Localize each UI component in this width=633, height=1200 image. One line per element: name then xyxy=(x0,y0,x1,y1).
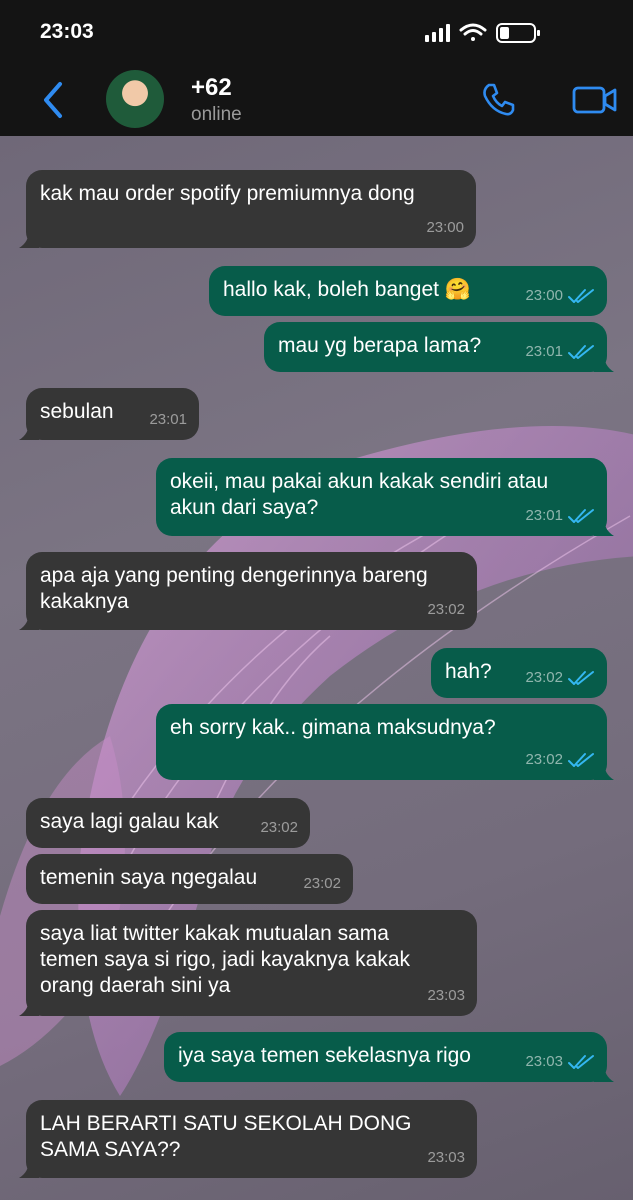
contact-avatar[interactable] xyxy=(106,70,164,128)
message-time: 23:00 xyxy=(426,219,464,236)
incoming-message[interactable]: LAH BERARTI SATU SEKOLAH DONG SAMA SAYA?… xyxy=(19,1100,477,1178)
bubble-tail xyxy=(594,518,614,536)
message-text: apa aja yang penting dengerinnya bareng … xyxy=(40,564,428,613)
bubble-tail xyxy=(19,998,39,1016)
message-meta: 23:02 xyxy=(260,815,298,841)
bubble-tail xyxy=(594,354,614,372)
message-meta: 23:01 xyxy=(525,503,595,529)
status-bar: 23:03 xyxy=(0,0,633,64)
incoming-message[interactable]: temenin saya ngegalau 23:02 xyxy=(26,854,353,904)
outgoing-message[interactable]: iya saya temen sekelasnya rigo 23:03 xyxy=(164,1032,614,1082)
message-text: saya liat twitter kakak mutualan sama te… xyxy=(40,922,411,997)
incoming-message[interactable]: kak mau order spotify premiumnya dong 23:… xyxy=(19,170,476,248)
bubble-tail xyxy=(19,1160,39,1178)
message-time: 23:01 xyxy=(525,343,563,360)
status-time: 23:03 xyxy=(40,20,94,43)
status-icons xyxy=(425,23,540,43)
message-meta: 23:01 xyxy=(525,339,595,365)
chat-area: kak mau order spotify premiumnya dong 23:… xyxy=(0,136,633,1200)
read-receipt-icon xyxy=(568,671,594,685)
bubble-tail xyxy=(19,612,39,630)
outgoing-message[interactable]: hah? 23:02 xyxy=(431,648,607,698)
message-meta: 23:03 xyxy=(427,983,465,1009)
message-time: 23:00 xyxy=(525,287,563,304)
bubble-tail xyxy=(594,1064,614,1082)
signal-icon xyxy=(425,24,450,42)
message-meta: 23:03 xyxy=(525,1049,595,1075)
read-receipt-icon xyxy=(568,289,594,303)
incoming-message[interactable]: apa aja yang penting dengerinnya bareng … xyxy=(19,552,477,630)
message-meta: 23:02 xyxy=(525,747,595,773)
message-meta: 23:02 xyxy=(525,665,595,691)
message-meta: 23:03 xyxy=(427,1145,465,1171)
video-call-icon[interactable] xyxy=(572,84,618,116)
incoming-message[interactable]: saya lagi galau kak 23:02 xyxy=(26,798,310,848)
outgoing-message[interactable]: okeii, mau pakai akun kakak sendiri atau… xyxy=(156,458,614,536)
outgoing-message[interactable]: hallo kak, boleh banget 🤗 23:00 xyxy=(209,266,607,316)
message-time: 23:02 xyxy=(303,875,341,892)
message-meta: 23:00 xyxy=(426,215,464,241)
message-text: kak mau order spotify premiumnya dong xyxy=(40,182,415,205)
message-text: LAH BERARTI SATU SEKOLAH DONG SAMA SAYA?… xyxy=(40,1112,412,1161)
read-receipt-icon xyxy=(568,753,594,767)
bubble-tail xyxy=(19,422,39,440)
message-meta: 23:00 xyxy=(525,283,595,309)
bubble-tail xyxy=(594,762,614,780)
message-time: 23:02 xyxy=(260,819,298,836)
message-time: 23:03 xyxy=(427,1149,465,1166)
message-time: 23:02 xyxy=(427,601,465,618)
contact-status: online xyxy=(191,104,242,125)
voice-call-icon[interactable] xyxy=(480,82,516,118)
message-time: 23:02 xyxy=(525,751,563,768)
message-meta: 23:02 xyxy=(303,871,341,897)
wifi-icon xyxy=(459,23,487,41)
back-chevron-icon[interactable] xyxy=(38,78,68,122)
contact-name[interactable]: +62 xyxy=(191,74,232,102)
bubble-tail xyxy=(19,230,39,248)
chat-header: +62 online xyxy=(0,64,633,136)
message-meta: 23:02 xyxy=(427,597,465,623)
read-receipt-icon xyxy=(568,345,594,359)
incoming-message[interactable]: sebulan 23:01 xyxy=(19,388,199,440)
message-time: 23:03 xyxy=(427,987,465,1004)
read-receipt-icon xyxy=(568,1055,594,1069)
message-text: temenin saya ngegalau xyxy=(40,866,258,889)
message-time: 23:02 xyxy=(525,669,563,686)
battery-icon xyxy=(496,23,540,43)
message-time: 23:01 xyxy=(525,507,563,524)
outgoing-message[interactable]: mau yg berapa lama? 23:01 xyxy=(264,322,614,372)
message-time: 23:01 xyxy=(149,411,187,428)
message-text: saya lagi galau kak xyxy=(40,810,219,833)
message-text: eh sorry kak.. gimana maksudnya? xyxy=(170,716,496,739)
message-time: 23:03 xyxy=(525,1053,563,1070)
incoming-message[interactable]: saya liat twitter kakak mutualan sama te… xyxy=(19,910,477,1016)
outgoing-message[interactable]: eh sorry kak.. gimana maksudnya? 23:02 xyxy=(156,704,614,780)
read-receipt-icon xyxy=(568,509,594,523)
message-meta: 23:01 xyxy=(149,407,187,433)
